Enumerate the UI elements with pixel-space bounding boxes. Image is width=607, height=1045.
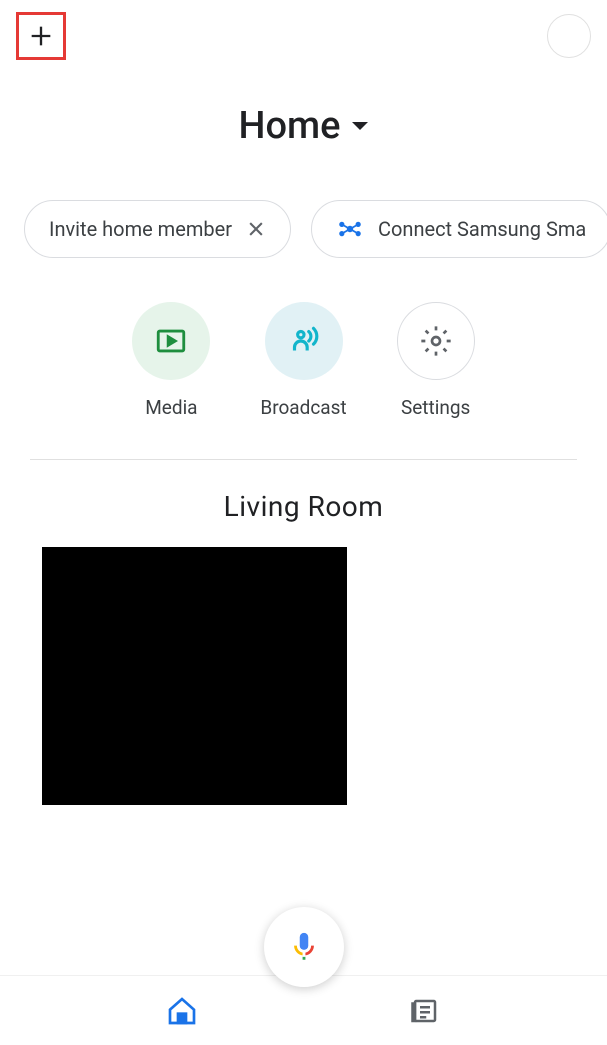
plus-icon xyxy=(27,22,55,50)
feed-icon xyxy=(410,996,440,1026)
quick-actions: Media Broadcast Settings xyxy=(0,302,607,419)
action-label: Broadcast xyxy=(260,396,346,419)
settings-icon-circle xyxy=(397,302,475,380)
room-section: Living Room xyxy=(0,490,607,805)
device-tile[interactable] xyxy=(42,547,347,805)
broadcast-icon-circle xyxy=(265,302,343,380)
chip-connect-samsung[interactable]: Connect Samsung Sma xyxy=(311,200,607,258)
suggestion-chips: Invite home member Connect Samsung Sma xyxy=(0,200,607,258)
chip-label: Invite home member xyxy=(49,217,232,241)
chevron-down-icon xyxy=(352,122,368,130)
smartthings-icon xyxy=(336,215,364,243)
account-avatar[interactable] xyxy=(547,14,591,58)
close-icon[interactable] xyxy=(246,219,266,239)
media-icon xyxy=(154,324,188,358)
broadcast-icon xyxy=(285,322,323,360)
action-label: Settings xyxy=(401,396,470,419)
assistant-mic-button[interactable] xyxy=(264,907,344,987)
room-title: Living Room xyxy=(42,490,565,523)
top-bar xyxy=(0,0,607,72)
microphone-icon xyxy=(287,930,321,964)
home-selector[interactable]: Home xyxy=(0,104,607,148)
media-button[interactable]: Media xyxy=(132,302,210,419)
media-icon-circle xyxy=(132,302,210,380)
action-label: Media xyxy=(145,396,197,419)
divider xyxy=(30,459,577,460)
add-button[interactable] xyxy=(16,12,66,60)
broadcast-button[interactable]: Broadcast xyxy=(260,302,346,419)
chip-label: Connect Samsung Sma xyxy=(378,217,586,241)
nav-home[interactable] xyxy=(162,991,202,1031)
nav-feed[interactable] xyxy=(405,991,445,1031)
gear-icon xyxy=(420,325,452,357)
home-title: Home xyxy=(239,104,341,148)
settings-button[interactable]: Settings xyxy=(397,302,475,419)
chip-invite-member[interactable]: Invite home member xyxy=(24,200,291,258)
home-icon xyxy=(166,995,198,1027)
